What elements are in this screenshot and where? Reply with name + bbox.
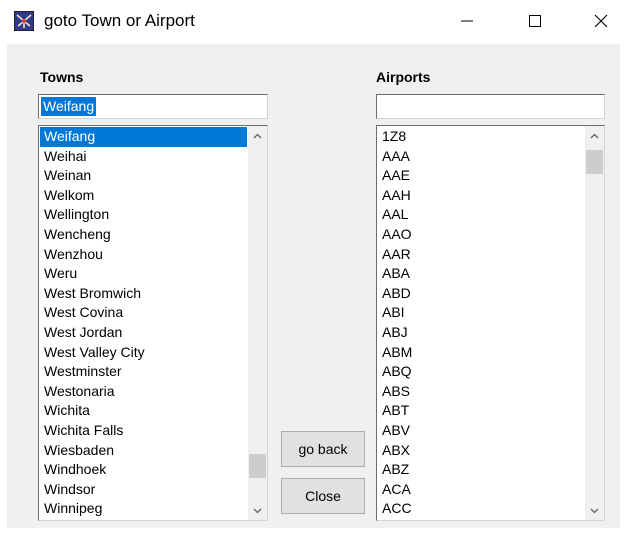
airport-list-item[interactable]: AAH [378,186,584,206]
town-list-item[interactable]: Welkom [40,186,247,206]
airports-scrollbar[interactable] [585,126,604,520]
airport-list-item[interactable]: ABI [378,303,584,323]
town-list-item[interactable]: Wichita [40,401,247,421]
maximize-icon [529,15,541,27]
airport-list-item[interactable]: ABA [378,264,584,284]
towns-scroll-down-button[interactable] [248,501,267,520]
town-list-item[interactable]: Wencheng [40,225,247,245]
town-list-item[interactable]: Weinan [40,166,247,186]
town-list-item[interactable]: Windhoek [40,460,247,480]
airports-search-field[interactable] [376,94,605,119]
minimize-button[interactable] [444,4,490,38]
title-bar: goto Town or Airport [0,0,627,44]
airport-list-item[interactable]: ABT [378,401,584,421]
airport-list-item[interactable]: ABQ [378,362,584,382]
towns-scroll-thumb[interactable] [249,454,266,478]
close-window-button[interactable] [578,4,624,38]
chevron-down-icon [253,508,262,513]
town-list-item[interactable]: Weru [40,264,247,284]
towns-list-items: Weifang Weihai Weinan Welkom Wellington Wench… [40,127,247,519]
town-list-item[interactable]: Wenzhou [40,245,247,265]
chevron-up-icon [590,133,599,138]
minimize-icon [461,20,473,22]
town-list-item[interactable]: Wellington [40,205,247,225]
airport-list-item[interactable]: ACA [378,480,584,500]
airport-list-item[interactable]: ABM [378,343,584,363]
window-title: goto Town or Airport [44,11,195,30]
town-list-item[interactable]: West Valley City [40,343,247,363]
airport-list-item[interactable]: ABV [378,421,584,441]
town-list-item[interactable]: Wichita Falls [40,421,247,441]
go-back-button[interactable]: go back [281,431,365,467]
airport-list-item[interactable]: AAL [378,205,584,225]
chevron-up-icon [253,133,262,138]
towns-scroll-up-button[interactable] [248,126,267,145]
airports-list[interactable]: 1Z8 AAA AAE AAH AAL AAO AAR ABA ABD ABI ABJ ABM ABQ A… [376,125,605,521]
airports-label: Airports [376,69,431,85]
airport-list-item[interactable]: ABJ [378,323,584,343]
airport-list-item[interactable]: AAR [378,245,584,265]
towns-scrollbar[interactable] [248,126,267,520]
airports-scroll-thumb[interactable] [586,150,603,174]
town-list-item[interactable]: West Jordan [40,323,247,343]
airport-list-item[interactable]: ACC [378,499,584,519]
town-list-item[interactable]: West Covina [40,303,247,323]
airport-list-item[interactable]: AAA [378,147,584,167]
airports-search-input[interactable] [379,97,600,116]
airport-list-item[interactable]: AAE [378,166,584,186]
town-list-item[interactable]: Wiesbaden [40,441,247,461]
dialog-body: Towns Weifang Weifang Weihai Weinan Welkom W… [7,44,620,528]
app-icon [14,11,34,31]
airport-list-item[interactable]: AAO [378,225,584,245]
town-list-item[interactable]: Westminster [40,362,247,382]
town-list-item[interactable]: West Bromwich [40,284,247,304]
airports-scroll-down-button[interactable] [585,501,604,520]
town-list-item[interactable]: Windsor [40,480,247,500]
towns-search-value[interactable]: Weifang [41,97,97,116]
town-list-item[interactable]: Winnipeg [40,499,247,519]
airport-list-item[interactable]: ABX [378,441,584,461]
close-icon [594,14,608,28]
airport-list-item[interactable]: ABS [378,382,584,402]
town-list-item[interactable]: Weifang [40,127,247,147]
close-button[interactable]: Close [281,478,365,514]
maximize-button[interactable] [512,4,558,38]
towns-search-field[interactable]: Weifang [38,94,268,119]
town-list-item[interactable]: Westonaria [40,382,247,402]
airport-list-item[interactable]: 1Z8 [378,127,584,147]
town-list-item[interactable]: Weihai [40,147,247,167]
airports-scroll-up-button[interactable] [585,126,604,145]
towns-label: Towns [40,69,84,85]
airports-list-items: 1Z8 AAA AAE AAH AAL AAO AAR ABA ABD ABI ABJ ABM ABQ A… [378,127,584,519]
airport-list-item[interactable]: ABD [378,284,584,304]
towns-list[interactable]: Weifang Weihai Weinan Welkom Wellington Wench… [38,125,268,521]
chevron-down-icon [590,508,599,513]
airport-list-item[interactable]: ABZ [378,460,584,480]
